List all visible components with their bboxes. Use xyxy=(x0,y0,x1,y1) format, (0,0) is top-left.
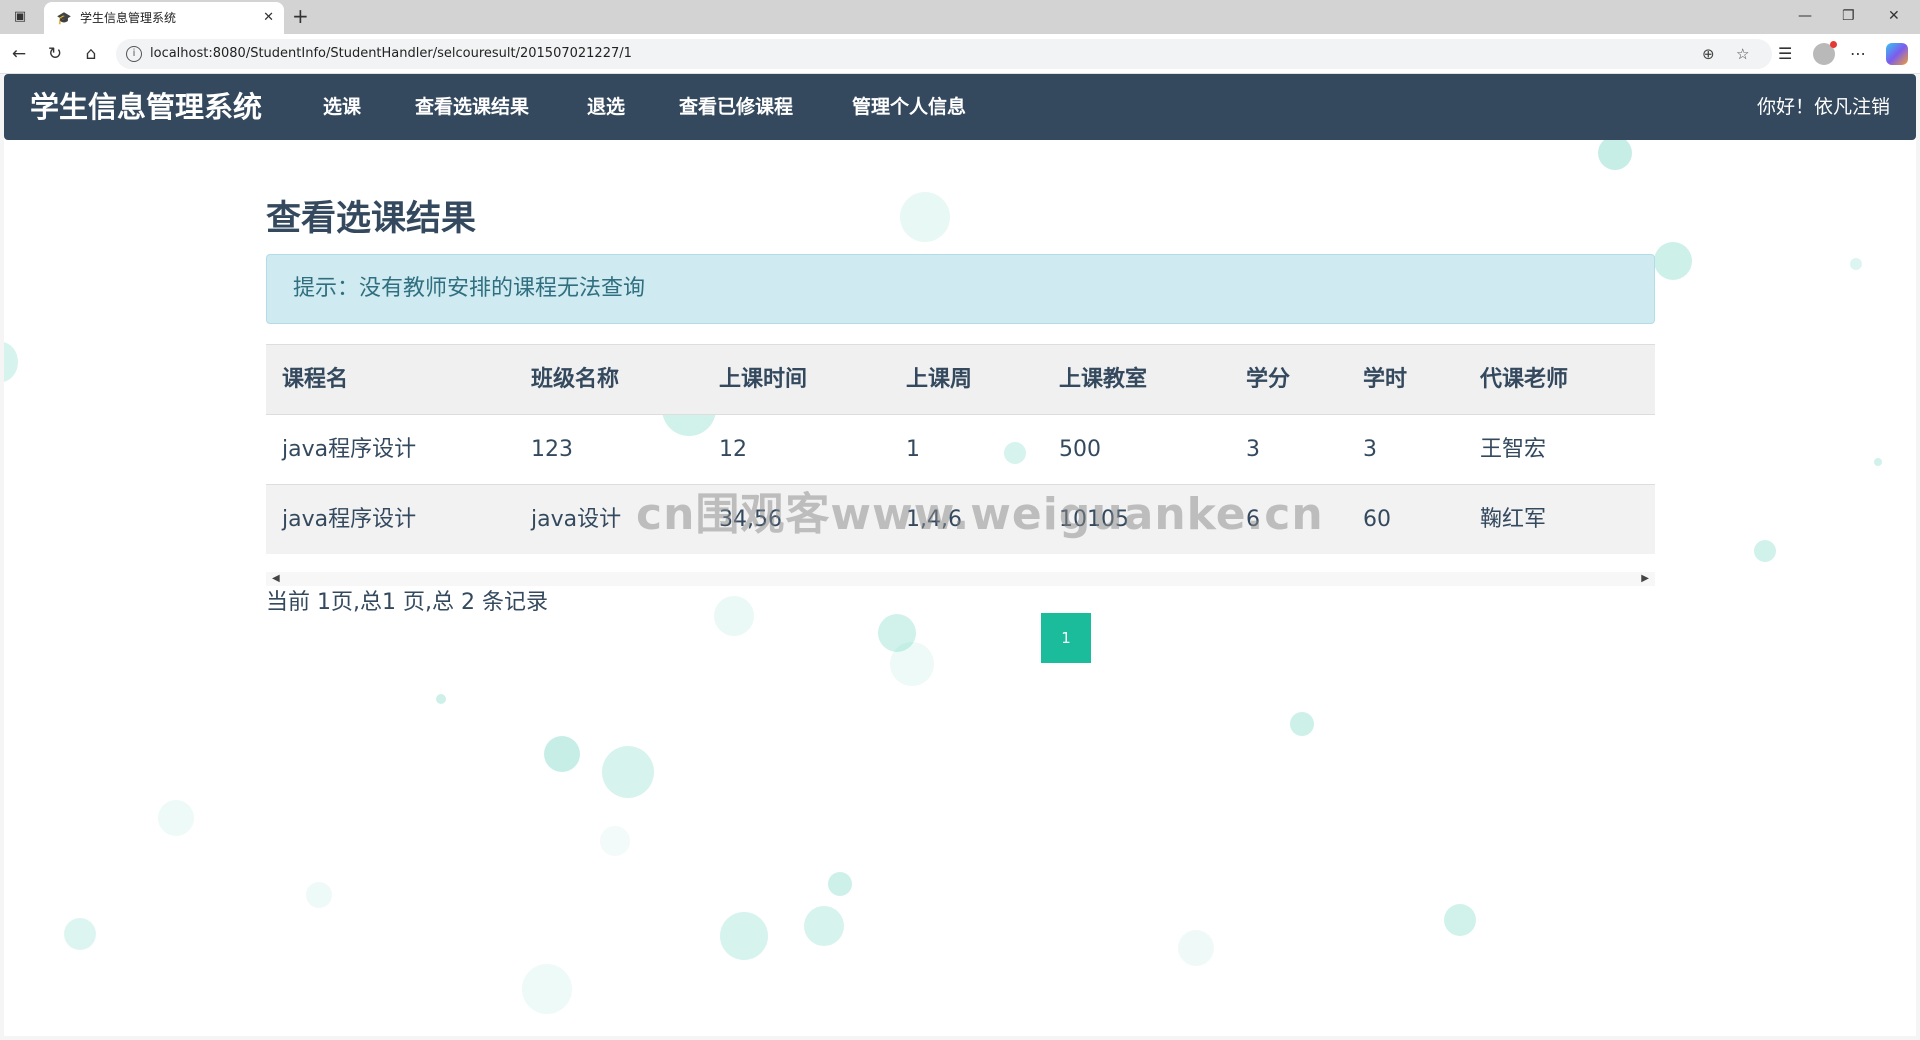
column-header: 上课时间 xyxy=(719,367,808,392)
graduation-cap-icon: 🎓 xyxy=(56,11,72,25)
alert-text: 提示：没有教师安排的课程无法查询 xyxy=(293,276,646,301)
favorite-star-icon[interactable]: ☆ xyxy=(1736,44,1749,64)
top-navbar: 学生信息管理系统 选课 查看选课结果 退选 查看已修课程 管理个人信息 你好！依… xyxy=(4,74,1916,140)
table-cell: 12 xyxy=(719,437,747,462)
site-info-icon[interactable]: i xyxy=(126,46,142,62)
nav-completed-courses[interactable]: 查看已修课程 xyxy=(679,94,793,120)
background-bubble xyxy=(4,342,18,382)
home-icon[interactable]: ⌂ xyxy=(80,43,102,65)
table-cell: 3 xyxy=(1363,437,1377,462)
background-bubble xyxy=(1178,930,1214,966)
tab-actions-icon[interactable]: ▣ xyxy=(10,7,30,27)
column-header: 班级名称 xyxy=(531,367,620,392)
reload-icon[interactable]: ↻ xyxy=(44,43,66,65)
nav-select-course[interactable]: 选课 xyxy=(323,94,361,120)
table-row: java程序设计 123 12 1 500 3 3 王智宏 xyxy=(266,414,1655,484)
user-greeting-logout[interactable]: 你好！依凡注销 xyxy=(1757,94,1890,120)
background-bubble xyxy=(64,918,96,950)
background-bubble xyxy=(1598,136,1632,170)
table-cell: 鞠红军 xyxy=(1480,507,1547,532)
page-1-button[interactable]: 1 xyxy=(1041,613,1091,663)
background-bubble xyxy=(1754,540,1776,562)
table-cell: 王智宏 xyxy=(1480,437,1547,462)
favorites-icon[interactable]: ☰ xyxy=(1778,43,1792,65)
table-header-row: 课程名 班级名称 上课时间 上课周 上课教室 学分 学时 代课老师 xyxy=(266,344,1655,414)
table-cell: 3 xyxy=(1246,437,1260,462)
copilot-icon[interactable] xyxy=(1886,43,1908,65)
minimize-icon[interactable]: — xyxy=(1798,6,1812,26)
background-bubble xyxy=(720,912,768,960)
address-bar[interactable]: i localhost:8080/StudentInfo/StudentHand… xyxy=(116,39,1772,69)
background-bubble xyxy=(158,800,194,836)
page-title: 查看选课结果 xyxy=(266,199,477,239)
background-bubble xyxy=(522,964,572,1014)
zoom-icon[interactable]: ⊕ xyxy=(1702,44,1715,64)
background-bubble xyxy=(1290,712,1314,736)
table-cell: 60 xyxy=(1363,507,1391,532)
table-cell: 500 xyxy=(1059,437,1101,462)
background-bubble xyxy=(900,192,950,242)
column-header: 学时 xyxy=(1363,367,1408,392)
table-cell: java设计 xyxy=(531,507,622,532)
background-bubble xyxy=(600,826,630,856)
profile-avatar[interactable] xyxy=(1813,41,1837,65)
background-bubble xyxy=(436,694,446,704)
info-alert: 提示：没有教师安排的课程无法查询 xyxy=(266,254,1655,324)
background-bubble xyxy=(890,642,934,686)
table-cell: java程序设计 xyxy=(282,437,417,462)
table-cell: 1 xyxy=(906,437,920,462)
background-bubble xyxy=(804,906,844,946)
table-cell: java程序设计 xyxy=(282,507,417,532)
scroll-left-icon[interactable]: ◀ xyxy=(272,572,280,586)
tab-close-icon[interactable]: ✕ xyxy=(263,9,274,27)
column-header: 上课教室 xyxy=(1059,367,1148,392)
browser-toolbar: ← ↻ ⌂ i localhost:8080/StudentInfo/Stude… xyxy=(0,34,1920,74)
browser-tab[interactable]: 🎓 学生信息管理系统 ✕ xyxy=(44,2,284,34)
brand-logo-text[interactable]: 学生信息管理系统 xyxy=(30,88,262,126)
background-bubble xyxy=(544,736,580,772)
column-header: 学分 xyxy=(1246,367,1291,392)
watermark-text: cn围观客www.weiguanke.cn xyxy=(636,489,1324,540)
column-header: 上课周 xyxy=(906,367,973,392)
window-close-icon[interactable]: ✕ xyxy=(1888,6,1900,26)
background-bubble xyxy=(714,596,754,636)
background-bubble xyxy=(1850,258,1862,270)
background-bubble xyxy=(306,882,332,908)
nav-manage-profile[interactable]: 管理个人信息 xyxy=(852,94,966,120)
nav-drop-course[interactable]: 退选 xyxy=(587,94,625,120)
background-bubble xyxy=(828,872,852,896)
column-header: 课程名 xyxy=(282,367,349,392)
pagination-summary: 当前 1页,总1 页,总 2 条记录 xyxy=(266,590,548,615)
url-text[interactable]: localhost:8080/StudentInfo/StudentHandle… xyxy=(150,45,632,63)
background-bubble xyxy=(1874,458,1882,466)
tab-title: 学生信息管理系统 xyxy=(80,11,177,25)
browser-tabstrip: ▣ 🎓 学生信息管理系统 ✕ + — ❐ ✕ xyxy=(0,0,1920,34)
restore-icon[interactable]: ❐ xyxy=(1842,6,1855,26)
table-cell: 123 xyxy=(531,437,573,462)
scroll-right-icon[interactable]: ▶ xyxy=(1641,572,1649,586)
page-content: 学生信息管理系统 选课 查看选课结果 退选 查看已修课程 管理个人信息 你好！依… xyxy=(4,74,1916,1036)
column-header: 代课老师 xyxy=(1480,367,1569,392)
more-menu-icon[interactable]: ⋯ xyxy=(1850,43,1866,65)
new-tab-icon[interactable]: + xyxy=(292,5,309,27)
background-bubble xyxy=(1444,904,1476,936)
nav-view-selection-result[interactable]: 查看选课结果 xyxy=(415,94,529,120)
background-bubble xyxy=(1654,242,1692,280)
table-horizontal-scrollbar[interactable]: ◀ ▶ xyxy=(266,572,1655,586)
background-bubble xyxy=(602,746,654,798)
back-icon[interactable]: ← xyxy=(8,43,30,65)
